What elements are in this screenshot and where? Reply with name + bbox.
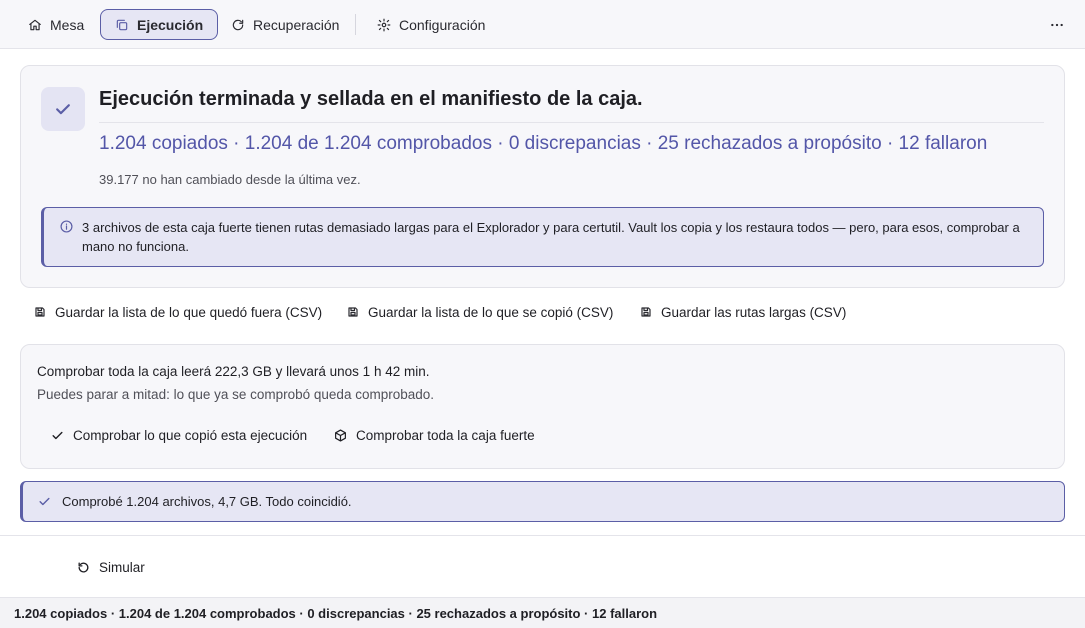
tab-label: Mesa — [50, 16, 85, 33]
check-icon — [51, 429, 64, 442]
button-label: Simular — [99, 559, 145, 575]
summary-stats: 1.204 copiados · 1.204 de 1.204 comproba… — [99, 133, 988, 154]
tab-configuracion[interactable]: Configuración — [363, 9, 499, 40]
verify-vault-button[interactable]: Comprobar toda la caja fuerte — [334, 425, 535, 445]
save-skipped-csv-button[interactable]: Guardar la lista de lo que quedó fuera (… — [34, 302, 322, 322]
run-summary-card: Ejecución terminada y sellada en el mani… — [20, 65, 1065, 288]
verify-run-button[interactable]: Comprobar lo que copió esta ejecución — [51, 425, 307, 445]
save-icon — [640, 306, 652, 318]
box-icon — [334, 428, 347, 442]
undo-icon — [77, 561, 90, 574]
verify-estimate: Comprobar toda la caja leerá 222,3 GB y … — [37, 364, 430, 379]
settings-icon — [377, 18, 391, 32]
check-icon — [38, 495, 51, 508]
verify-card: Comprobar toda la caja leerá 222,3 GB y … — [20, 344, 1065, 469]
check-icon — [41, 87, 85, 131]
button-label: Guardar la lista de lo que quedó fuera (… — [55, 304, 323, 320]
save-copied-csv-button[interactable]: Guardar la lista de lo que se copió (CSV… — [347, 302, 613, 322]
status-text: 1.204 copiados · 1.204 de 1.204 comproba… — [14, 605, 658, 621]
verify-result-banner: Comprobé 1.204 archivos, 4,7 GB. Todo co… — [20, 481, 1065, 522]
info-icon — [60, 220, 73, 233]
tab-label: Recuperación — [253, 16, 340, 33]
refresh-icon — [231, 18, 245, 32]
tab-mesa[interactable]: Mesa — [14, 9, 98, 40]
more-horizontal-icon[interactable] — [1047, 15, 1067, 35]
callout-text: 3 archivos de esta caja fuerte tienen ru… — [82, 220, 1020, 254]
summary-headline: Ejecución terminada y sellada en el mani… — [99, 88, 643, 110]
save-icon — [347, 306, 359, 318]
nav-divider — [355, 14, 356, 35]
long-paths-callout: 3 archivos de esta caja fuerte tienen ru… — [41, 207, 1044, 267]
save-icon — [34, 306, 46, 318]
tab-ejecucion[interactable]: Ejecución — [100, 9, 219, 40]
tab-label: Configuración — [399, 16, 486, 33]
home-icon — [28, 18, 42, 32]
tab-recuperacion[interactable]: Recuperación — [217, 9, 353, 40]
button-label: Guardar las rutas largas (CSV) — [661, 304, 847, 320]
button-label: Comprobar lo que copió esta ejecución — [73, 427, 308, 443]
save-long-paths-csv-button[interactable]: Guardar las rutas largas (CSV) — [640, 302, 846, 322]
button-label: Comprobar toda la caja fuerte — [356, 427, 535, 443]
unchanged-count: 39.177 no han cambiado desde la última v… — [99, 172, 361, 187]
result-text: Comprobé 1.204 archivos, 4,7 GB. Todo co… — [62, 494, 352, 509]
simulate-button[interactable]: Simular — [77, 557, 145, 577]
top-nav: Mesa Ejecución Recuperación Configuració… — [0, 0, 1085, 49]
verify-note: Puedes parar a mitad: lo que ya se compr… — [37, 387, 434, 402]
section-divider — [0, 535, 1085, 536]
headline-divider — [99, 122, 1044, 123]
tab-label: Ejecución — [137, 16, 204, 33]
button-label: Guardar la lista de lo que se copió (CSV… — [368, 304, 614, 320]
status-bar: 1.204 copiados · 1.204 de 1.204 comproba… — [0, 597, 1085, 628]
copy-icon — [115, 18, 129, 32]
